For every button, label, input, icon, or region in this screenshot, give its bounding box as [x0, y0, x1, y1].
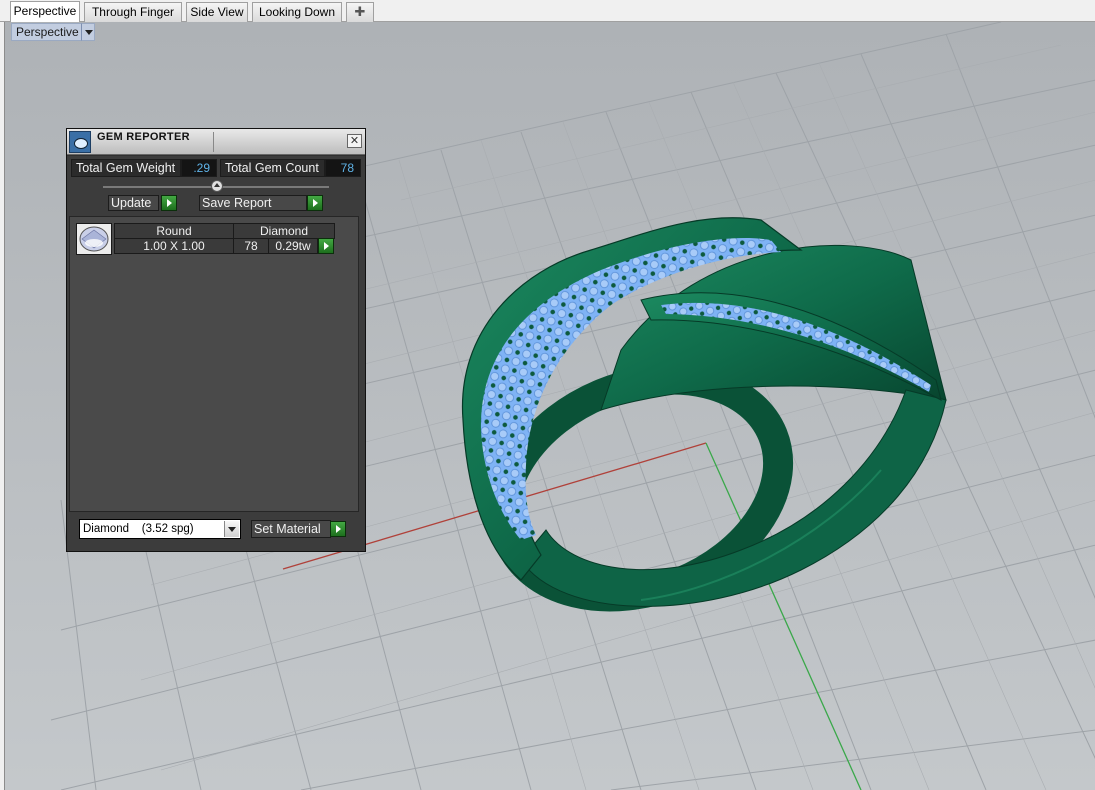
viewport-name-label[interactable]: Perspective [11, 23, 84, 41]
gem-row-go-icon[interactable] [318, 238, 334, 254]
tab-side-view[interactable]: Side View [186, 2, 248, 22]
gem-reporter-body: Total Gem Weight .29 Total Gem Count 78 … [67, 156, 365, 551]
gem-material-cell: Diamond [233, 223, 335, 239]
material-dropdown[interactable]: Diamond (3.52 spg) [79, 519, 241, 539]
gem-reporter-title-bar[interactable]: GEM REPORTER ✕ [67, 129, 365, 155]
add-viewport-tab-button[interactable]: ✚ [346, 2, 374, 22]
chevron-down-icon[interactable] [224, 521, 239, 537]
total-gem-weight-value: .29 [181, 159, 217, 177]
total-gem-weight-label: Total Gem Weight [71, 159, 181, 177]
tab-perspective[interactable]: Perspective [10, 1, 80, 23]
set-material-go-icon[interactable] [330, 521, 346, 537]
viewport-tab-bar: Perspective Through Finger Side View Loo… [0, 0, 1095, 23]
gem-weight-cell: 0.29tw [268, 238, 318, 254]
gem-reporter-app-icon [69, 131, 91, 153]
plus-icon: ✚ [354, 4, 366, 19]
tab-looking-down[interactable]: Looking Down [252, 2, 342, 22]
material-dropdown-value: Diamond (3.52 spg) [83, 523, 194, 535]
gem-count-cell: 78 [233, 238, 269, 254]
title-separator [213, 132, 214, 152]
gem-shape-cell: Round [114, 223, 234, 239]
save-report-go-icon[interactable] [307, 195, 323, 211]
gem-size-cell: 1.00 X 1.00 [114, 238, 234, 254]
close-button[interactable]: ✕ [347, 134, 362, 148]
set-material-button[interactable]: Set Material [251, 520, 331, 538]
gem-size-slider-handle[interactable] [211, 180, 223, 192]
gem-list: Round Diamond 1.00 X 1.00 78 0.29tw [69, 216, 359, 512]
viewport-menu-dropdown-icon[interactable] [81, 23, 95, 41]
update-button[interactable]: Update [108, 195, 159, 211]
save-report-button[interactable]: Save Report [199, 195, 307, 211]
tab-through-finger[interactable]: Through Finger [84, 2, 182, 22]
gem-reporter-panel: GEM REPORTER ✕ Total Gem Weight .29 Tota… [66, 128, 366, 552]
close-icon: ✕ [349, 135, 360, 147]
update-go-icon[interactable] [161, 195, 177, 211]
total-gem-count-value: 78 [325, 159, 361, 177]
gem-reporter-title: GEM REPORTER [97, 131, 190, 143]
total-gem-count-label: Total Gem Count [220, 159, 325, 177]
round-gem-thumbnail-icon[interactable] [76, 223, 112, 255]
